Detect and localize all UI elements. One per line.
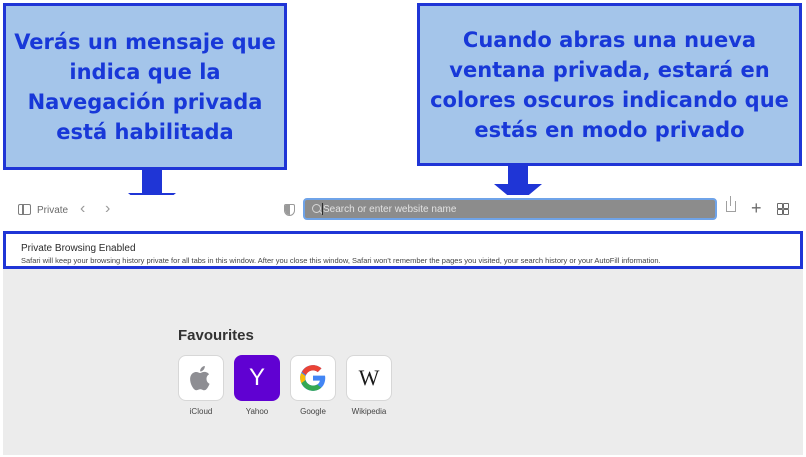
annotation-callout-left: Verás un mensaje que indica que la Naveg…: [3, 3, 287, 170]
annotation-text-right: Cuando abras una nueva ventana privada, …: [430, 27, 789, 142]
yahoo-icon: Y: [234, 355, 280, 401]
sidebar-icon[interactable]: [18, 204, 31, 215]
annotation-text-left: Verás un mensaje que indica que la Naveg…: [14, 29, 276, 144]
address-bar[interactable]: [303, 198, 717, 220]
favourite-label: Wikipedia: [351, 407, 387, 416]
banner-text: Safari will keep your browsing history p…: [21, 256, 661, 265]
favourite-yahoo[interactable]: Y Yahoo: [233, 355, 281, 416]
favourite-label: iCloud: [189, 407, 213, 416]
forward-icon[interactable]: ›: [105, 200, 110, 218]
share-icon[interactable]: [726, 196, 736, 212]
favourite-label: Yahoo: [245, 407, 269, 416]
tab-overview-icon[interactable]: [777, 203, 789, 215]
start-page: Favourites iCloud Y Yahoo Google W Wikip…: [3, 269, 803, 455]
new-tab-icon[interactable]: +: [751, 198, 762, 219]
browser-toolbar: Private ‹ › +: [0, 195, 806, 227]
google-icon: [290, 355, 336, 401]
back-icon[interactable]: ‹: [80, 200, 85, 218]
favourite-google[interactable]: Google: [289, 355, 337, 416]
private-browsing-banner: Private Browsing Enabled Safari will kee…: [3, 231, 803, 269]
wikipedia-glyph: W: [358, 365, 380, 390]
favourite-icloud[interactable]: iCloud: [177, 355, 225, 416]
search-icon: [312, 204, 321, 213]
banner-title: Private Browsing Enabled: [21, 243, 136, 254]
favourite-wikipedia[interactable]: W Wikipedia: [345, 355, 393, 416]
wikipedia-icon: W: [346, 355, 392, 401]
yahoo-glyph: Y: [248, 364, 265, 391]
privacy-shield-icon[interactable]: [284, 204, 295, 216]
favourite-label: Google: [300, 407, 326, 416]
apple-icon: [178, 355, 224, 401]
annotation-callout-right: Cuando abras una nueva ventana privada, …: [417, 3, 802, 166]
favourites-title: Favourites: [178, 327, 254, 344]
address-input[interactable]: [323, 201, 703, 217]
private-label: Private: [37, 205, 69, 216]
